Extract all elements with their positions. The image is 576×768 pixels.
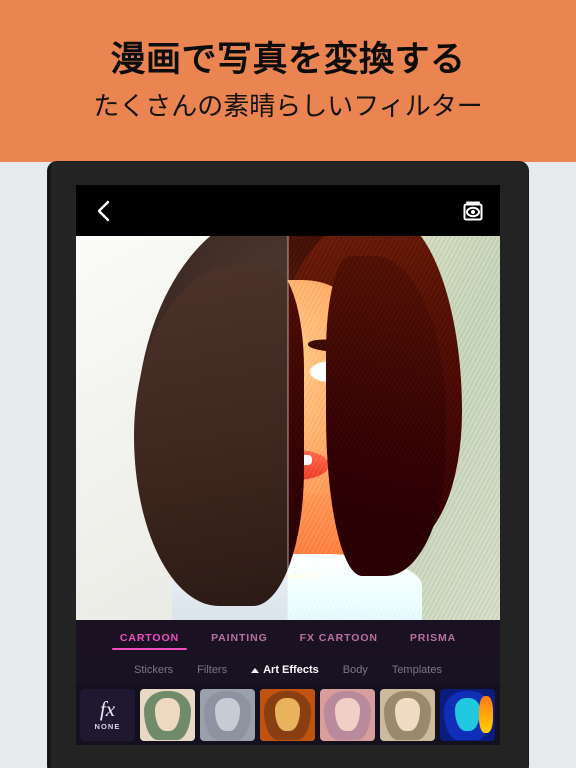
app-topbar	[76, 185, 500, 236]
section-nav: Stickers Filters Art Effects Body Templa…	[76, 655, 500, 685]
photo-canvas[interactable]	[76, 236, 500, 620]
filter-thumb-6-preview	[440, 689, 495, 741]
nav-item-art-effects[interactable]: Art Effects	[239, 664, 331, 676]
filter-thumbnail-strip[interactable]: fx NONE	[76, 685, 500, 745]
nav-item-templates-label: Templates	[391, 664, 442, 676]
photo-half-after	[288, 236, 500, 620]
tab-fx-cartoon[interactable]: FX CARTOON	[284, 620, 394, 655]
tab-fx-cartoon-label: FX CARTOON	[299, 631, 378, 644]
portrait-artwork-after	[288, 236, 500, 620]
nav-item-stickers[interactable]: Stickers	[122, 664, 185, 676]
filter-thumb-3-preview	[260, 689, 315, 741]
portrait-artwork-before	[76, 236, 288, 620]
nav-item-body[interactable]: Body	[331, 664, 380, 676]
tab-painting-label: PAINTING	[211, 631, 268, 644]
device-frame: CARTOON PAINTING FX CARTOON PRISMA Stick…	[48, 162, 528, 768]
filter-thumb-1[interactable]	[140, 689, 195, 741]
filter-thumb-none-label: NONE	[94, 722, 121, 731]
caret-up-icon	[251, 667, 260, 673]
nav-item-filters-label: Filters	[197, 664, 228, 676]
promo-header: 漫画で写真を変換する たくさんの素晴らしいフィルター	[0, 0, 576, 162]
filter-thumb-6[interactable]	[440, 689, 495, 741]
filter-category-tabs: CARTOON PAINTING FX CARTOON PRISMA	[76, 620, 500, 655]
chevron-left-icon[interactable]	[90, 196, 116, 226]
tab-cartoon-label: CARTOON	[119, 631, 180, 644]
promo-title: 漫画で写真を変換する	[110, 40, 466, 80]
device-screen: CARTOON PAINTING FX CARTOON PRISMA Stick…	[76, 185, 500, 745]
filter-thumb-2-preview	[200, 689, 255, 741]
screenshot-root: 漫画で写真を変換する たくさんの素晴らしいフィルター CARTOON PAINT…	[0, 0, 576, 768]
fx-icon: fx	[99, 697, 116, 721]
compare-preview-eye-icon[interactable]	[460, 198, 486, 224]
filter-thumb-5-preview	[380, 689, 435, 741]
before-after-divider[interactable]	[287, 236, 289, 620]
filter-thumb-4[interactable]	[320, 689, 375, 741]
filter-thumb-none[interactable]: fx NONE	[80, 689, 135, 741]
filter-thumb-2[interactable]	[200, 689, 255, 741]
filter-thumb-5[interactable]	[380, 689, 435, 741]
tab-painting[interactable]: PAINTING	[195, 620, 284, 655]
nav-item-stickers-label: Stickers	[134, 664, 174, 676]
nav-item-art-effects-label: Art Effects	[263, 664, 319, 676]
tab-prisma[interactable]: PRISMA	[394, 620, 472, 655]
nav-item-filters[interactable]: Filters	[185, 664, 239, 676]
tab-cartoon[interactable]: CARTOON	[104, 620, 195, 655]
filter-thumb-4-preview	[320, 689, 375, 741]
photo-half-before	[76, 236, 288, 620]
tab-prisma-label: PRISMA	[409, 631, 457, 644]
nav-item-templates[interactable]: Templates	[380, 664, 454, 676]
filter-thumb-3[interactable]	[260, 689, 315, 741]
filter-thumb-1-preview	[140, 689, 195, 741]
promo-subtitle: たくさんの素晴らしいフィルター	[93, 90, 483, 121]
nav-item-body-label: Body	[342, 664, 368, 676]
